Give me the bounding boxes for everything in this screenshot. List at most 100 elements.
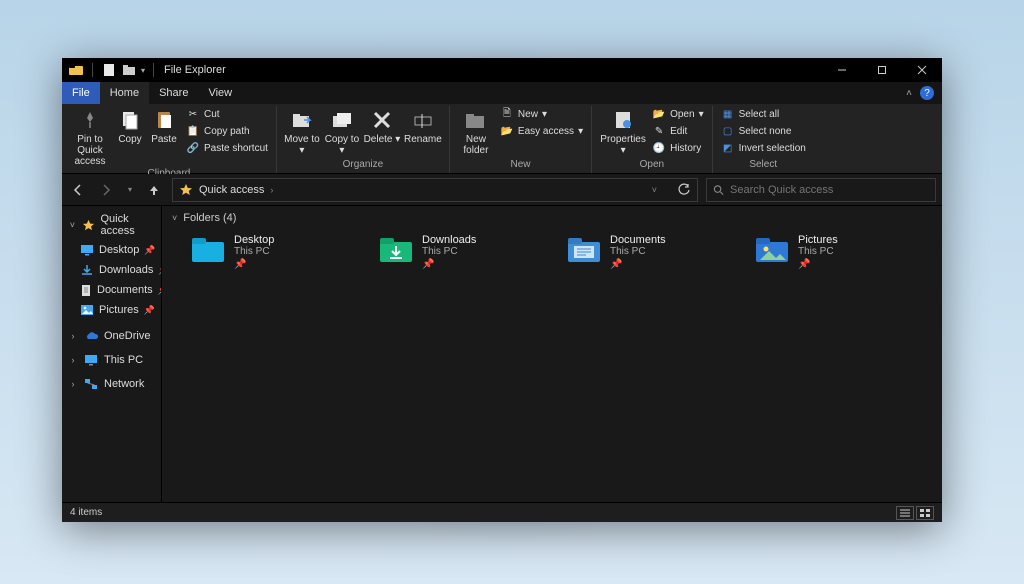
ribbon: Pin to Quick access Copy Paste ✂Cut 📋Cop… bbox=[62, 104, 942, 174]
large-icons-view-button[interactable] bbox=[916, 506, 934, 520]
back-button[interactable] bbox=[68, 180, 88, 200]
qat-folder-icon[interactable] bbox=[121, 62, 137, 78]
search-icon bbox=[713, 184, 724, 196]
tree-label: Network bbox=[104, 378, 144, 390]
folder-documents[interactable]: Documents This PC 📌 bbox=[566, 234, 726, 270]
tree-label: Desktop bbox=[99, 244, 139, 256]
cut-button[interactable]: ✂Cut bbox=[184, 106, 270, 122]
tree-pictures[interactable]: Pictures 📌 bbox=[62, 300, 161, 320]
refresh-button[interactable] bbox=[677, 183, 691, 197]
invert-selection-button[interactable]: ◩Invert selection bbox=[719, 140, 808, 156]
open-icon: 📂 bbox=[652, 107, 666, 121]
chevron-down-icon: ˅ bbox=[172, 213, 177, 223]
ribbon-tabs: File Home Share View ˄ ? bbox=[62, 82, 942, 104]
history-icon: 🕘 bbox=[652, 141, 666, 155]
star-icon bbox=[82, 218, 96, 232]
tree-desktop[interactable]: Desktop 📌 bbox=[62, 240, 161, 260]
copy-to-button[interactable]: Copy to ▾ bbox=[323, 106, 361, 158]
address-dropdown-icon[interactable]: ˅ bbox=[652, 185, 657, 195]
close-button[interactable] bbox=[902, 58, 942, 82]
maximize-button[interactable] bbox=[862, 58, 902, 82]
folder-name: Documents bbox=[610, 234, 666, 246]
app-icon bbox=[68, 62, 84, 78]
chevron-right-icon[interactable]: › bbox=[270, 185, 273, 195]
chevron-right-icon[interactable]: › bbox=[68, 331, 78, 341]
desktop-icon bbox=[80, 243, 94, 257]
star-icon bbox=[179, 183, 193, 197]
tree-this-pc[interactable]: › This PC bbox=[62, 350, 161, 370]
navigation-bar: ▾ Quick access › ˅ bbox=[62, 174, 942, 206]
edit-button[interactable]: ✎Edit bbox=[650, 123, 706, 139]
search-box[interactable] bbox=[706, 178, 936, 202]
folder-name: Desktop bbox=[234, 234, 274, 246]
cloud-icon bbox=[83, 329, 99, 343]
copy-path-button[interactable]: 📋Copy path bbox=[184, 123, 270, 139]
tree-documents[interactable]: Documents 📌 bbox=[62, 280, 161, 300]
new-folder-button[interactable]: New folder bbox=[456, 106, 496, 158]
tree-label: Quick access bbox=[100, 213, 157, 237]
file-explorer-window: ▾ File Explorer File Home Share View ˄ ?… bbox=[62, 58, 942, 522]
paste-shortcut-button[interactable]: 🔗Paste shortcut bbox=[184, 140, 270, 156]
details-view-button[interactable] bbox=[896, 506, 914, 520]
pictures-icon bbox=[80, 303, 94, 317]
tree-label: Downloads bbox=[99, 264, 153, 276]
window-title: File Explorer bbox=[164, 64, 226, 76]
select-all-button[interactable]: ▦Select all bbox=[719, 106, 808, 122]
help-icon[interactable]: ? bbox=[920, 86, 934, 100]
history-button[interactable]: 🕘History bbox=[650, 140, 706, 156]
search-input[interactable] bbox=[730, 184, 929, 196]
titlebar: ▾ File Explorer bbox=[62, 58, 942, 82]
copy-button[interactable]: Copy bbox=[114, 106, 146, 167]
folder-desktop[interactable]: Desktop This PC 📌 bbox=[190, 234, 350, 270]
folder-downloads[interactable]: Downloads This PC 📌 bbox=[378, 234, 538, 270]
tab-home[interactable]: Home bbox=[100, 82, 149, 104]
qat-dropdown-icon[interactable]: ▾ bbox=[141, 66, 145, 75]
tree-onedrive[interactable]: › OneDrive bbox=[62, 326, 161, 346]
tree-quick-access[interactable]: ˅ Quick access bbox=[62, 210, 161, 240]
pin-to-quick-access-button[interactable]: Pin to Quick access bbox=[68, 106, 112, 167]
ribbon-group-organize: Move to ▾ Copy to ▾ Delete ▾ Rename Orga… bbox=[277, 106, 450, 173]
folder-location: This PC bbox=[610, 246, 666, 257]
pin-icon: 📌 bbox=[144, 305, 159, 316]
recent-locations-button[interactable]: ▾ bbox=[124, 180, 136, 200]
tree-downloads[interactable]: Downloads 📌 bbox=[62, 260, 161, 280]
minimize-button[interactable] bbox=[822, 58, 862, 82]
invert-selection-icon: ◩ bbox=[721, 141, 735, 155]
group-header-folders[interactable]: ˅ Folders (4) bbox=[162, 206, 942, 230]
tree-network[interactable]: › Network bbox=[62, 374, 161, 394]
chevron-down-icon[interactable]: ˅ bbox=[68, 220, 77, 230]
group-label-new: New bbox=[456, 158, 585, 173]
paste-button[interactable]: Paste bbox=[148, 106, 180, 167]
tree-label: Pictures bbox=[99, 304, 139, 316]
chevron-right-icon[interactable]: › bbox=[68, 355, 78, 365]
folder-name: Pictures bbox=[798, 234, 838, 246]
tree-label: OneDrive bbox=[104, 330, 150, 342]
tab-view[interactable]: View bbox=[198, 82, 242, 104]
open-button[interactable]: 📂Open ▾ bbox=[650, 106, 706, 122]
easy-access-button[interactable]: 📂Easy access ▾ bbox=[498, 123, 585, 139]
tab-file[interactable]: File bbox=[62, 82, 100, 104]
select-none-button[interactable]: ▢Select none bbox=[719, 123, 808, 139]
rename-button[interactable]: Rename bbox=[403, 106, 443, 158]
content-pane: ˅ Folders (4) Desktop This PC 📌 bbox=[162, 206, 942, 502]
folder-location: This PC bbox=[422, 246, 476, 257]
tab-share[interactable]: Share bbox=[149, 82, 198, 104]
folder-location: This PC bbox=[234, 246, 274, 257]
chevron-right-icon[interactable]: › bbox=[68, 379, 78, 389]
folder-documents-icon bbox=[566, 234, 602, 264]
delete-button[interactable]: Delete ▾ bbox=[363, 106, 401, 158]
breadcrumb-current[interactable]: Quick access bbox=[199, 184, 264, 196]
properties-button[interactable]: Properties ▾ bbox=[598, 106, 648, 158]
forward-button[interactable] bbox=[96, 180, 116, 200]
collapse-ribbon-icon[interactable]: ˄ bbox=[906, 88, 912, 99]
up-button[interactable] bbox=[144, 180, 164, 200]
qat-document-icon[interactable] bbox=[101, 62, 117, 78]
easy-access-icon: 📂 bbox=[500, 124, 514, 138]
group-label-open: Open bbox=[598, 158, 706, 173]
folder-downloads-icon bbox=[378, 234, 414, 264]
new-item-button[interactable]: 🗎New ▾ bbox=[498, 106, 585, 122]
navigation-pane: ˅ Quick access Desktop 📌 Downloads 📌 Doc… bbox=[62, 206, 162, 502]
folder-pictures[interactable]: Pictures This PC 📌 bbox=[754, 234, 914, 270]
address-bar[interactable]: Quick access › ˅ bbox=[172, 178, 698, 202]
move-to-button[interactable]: Move to ▾ bbox=[283, 106, 321, 158]
